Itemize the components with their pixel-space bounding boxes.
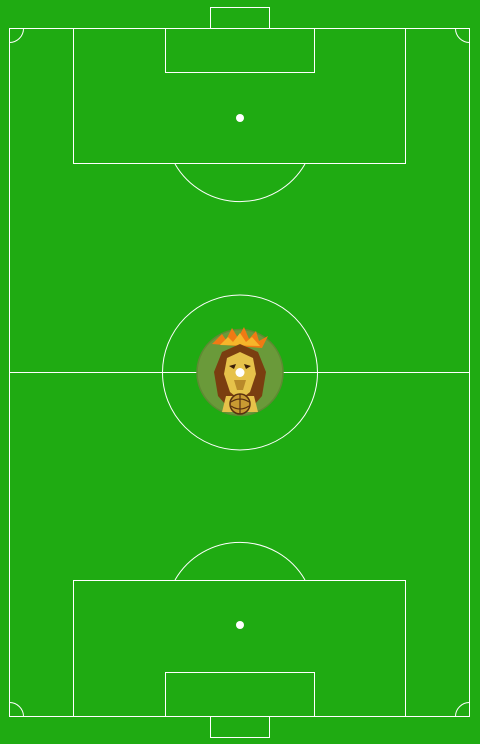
- pitch-markings: [0, 0, 480, 744]
- soccer-pitch: [0, 0, 480, 744]
- top-penalty-spot: [236, 114, 244, 122]
- bottom-penalty-spot: [236, 621, 244, 629]
- center-spot: [235, 368, 245, 377]
